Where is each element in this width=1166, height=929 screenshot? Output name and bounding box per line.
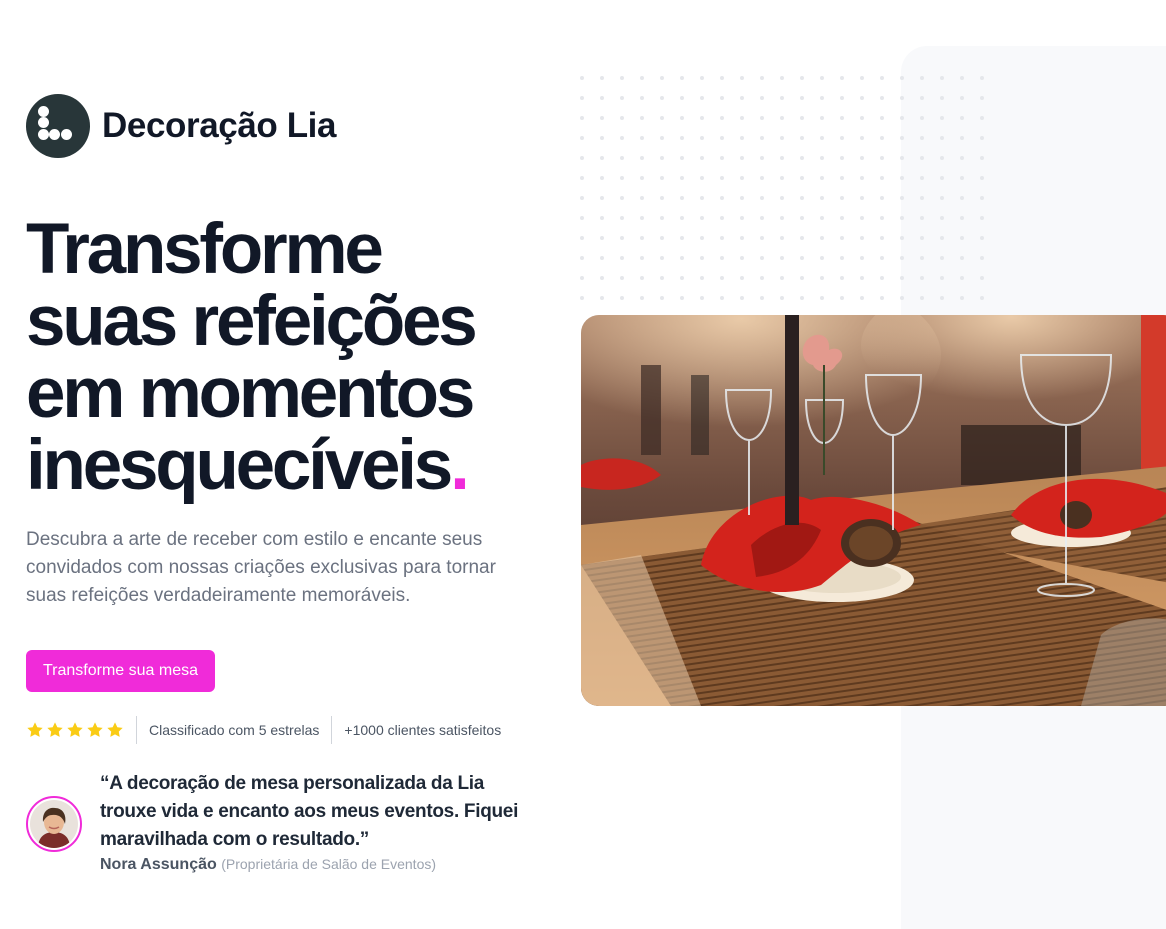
headline-line: em momentos xyxy=(26,354,475,433)
star-icon xyxy=(107,722,123,737)
rating-text: Classificado com 5 estrelas xyxy=(149,722,320,738)
dots-logo-icon xyxy=(26,94,90,158)
testimonial-author: Nora Assunção (Proprietária de Salão de … xyxy=(100,856,436,874)
headline-line: Transforme xyxy=(26,210,384,289)
star-icon xyxy=(47,722,63,737)
customers-count-text: +1000 clientes satisfeitos xyxy=(344,722,502,738)
brand-name: Decoração Lia xyxy=(102,106,337,145)
rating-row: Classificado com 5 estrelas +1000 client… xyxy=(26,715,501,745)
testimonial-quote: “A decoração de mesa personalizada da Li… xyxy=(100,773,519,850)
author-name: Nora Assunção xyxy=(100,856,217,873)
hero-image-table-setting xyxy=(581,315,1166,706)
headline-accent-dot: . xyxy=(450,426,470,505)
divider xyxy=(331,716,333,744)
author-role: (Proprietária de Salão de Eventos) xyxy=(221,856,437,872)
headline-line: suas refeições xyxy=(26,282,478,361)
cta-button[interactable]: Transforme sua mesa xyxy=(26,650,216,692)
divider xyxy=(136,716,137,744)
hero-headline: Transforme suas refeições em momentos in… xyxy=(26,214,566,502)
avatar-photo xyxy=(30,800,78,848)
hero-description: Descubra a arte de receber com estilo e … xyxy=(26,529,496,606)
dot-pattern xyxy=(578,74,990,306)
star-icon xyxy=(27,722,43,737)
headline-line-text: inesquecíveis xyxy=(26,426,453,505)
headline-line-last: inesquecíveis. xyxy=(26,430,566,502)
star-rating xyxy=(26,721,124,739)
brand-logo-link[interactable]: Decoração Lia xyxy=(26,94,336,158)
avatar xyxy=(26,796,82,852)
star-icon xyxy=(67,722,83,737)
star-icon xyxy=(87,722,103,737)
